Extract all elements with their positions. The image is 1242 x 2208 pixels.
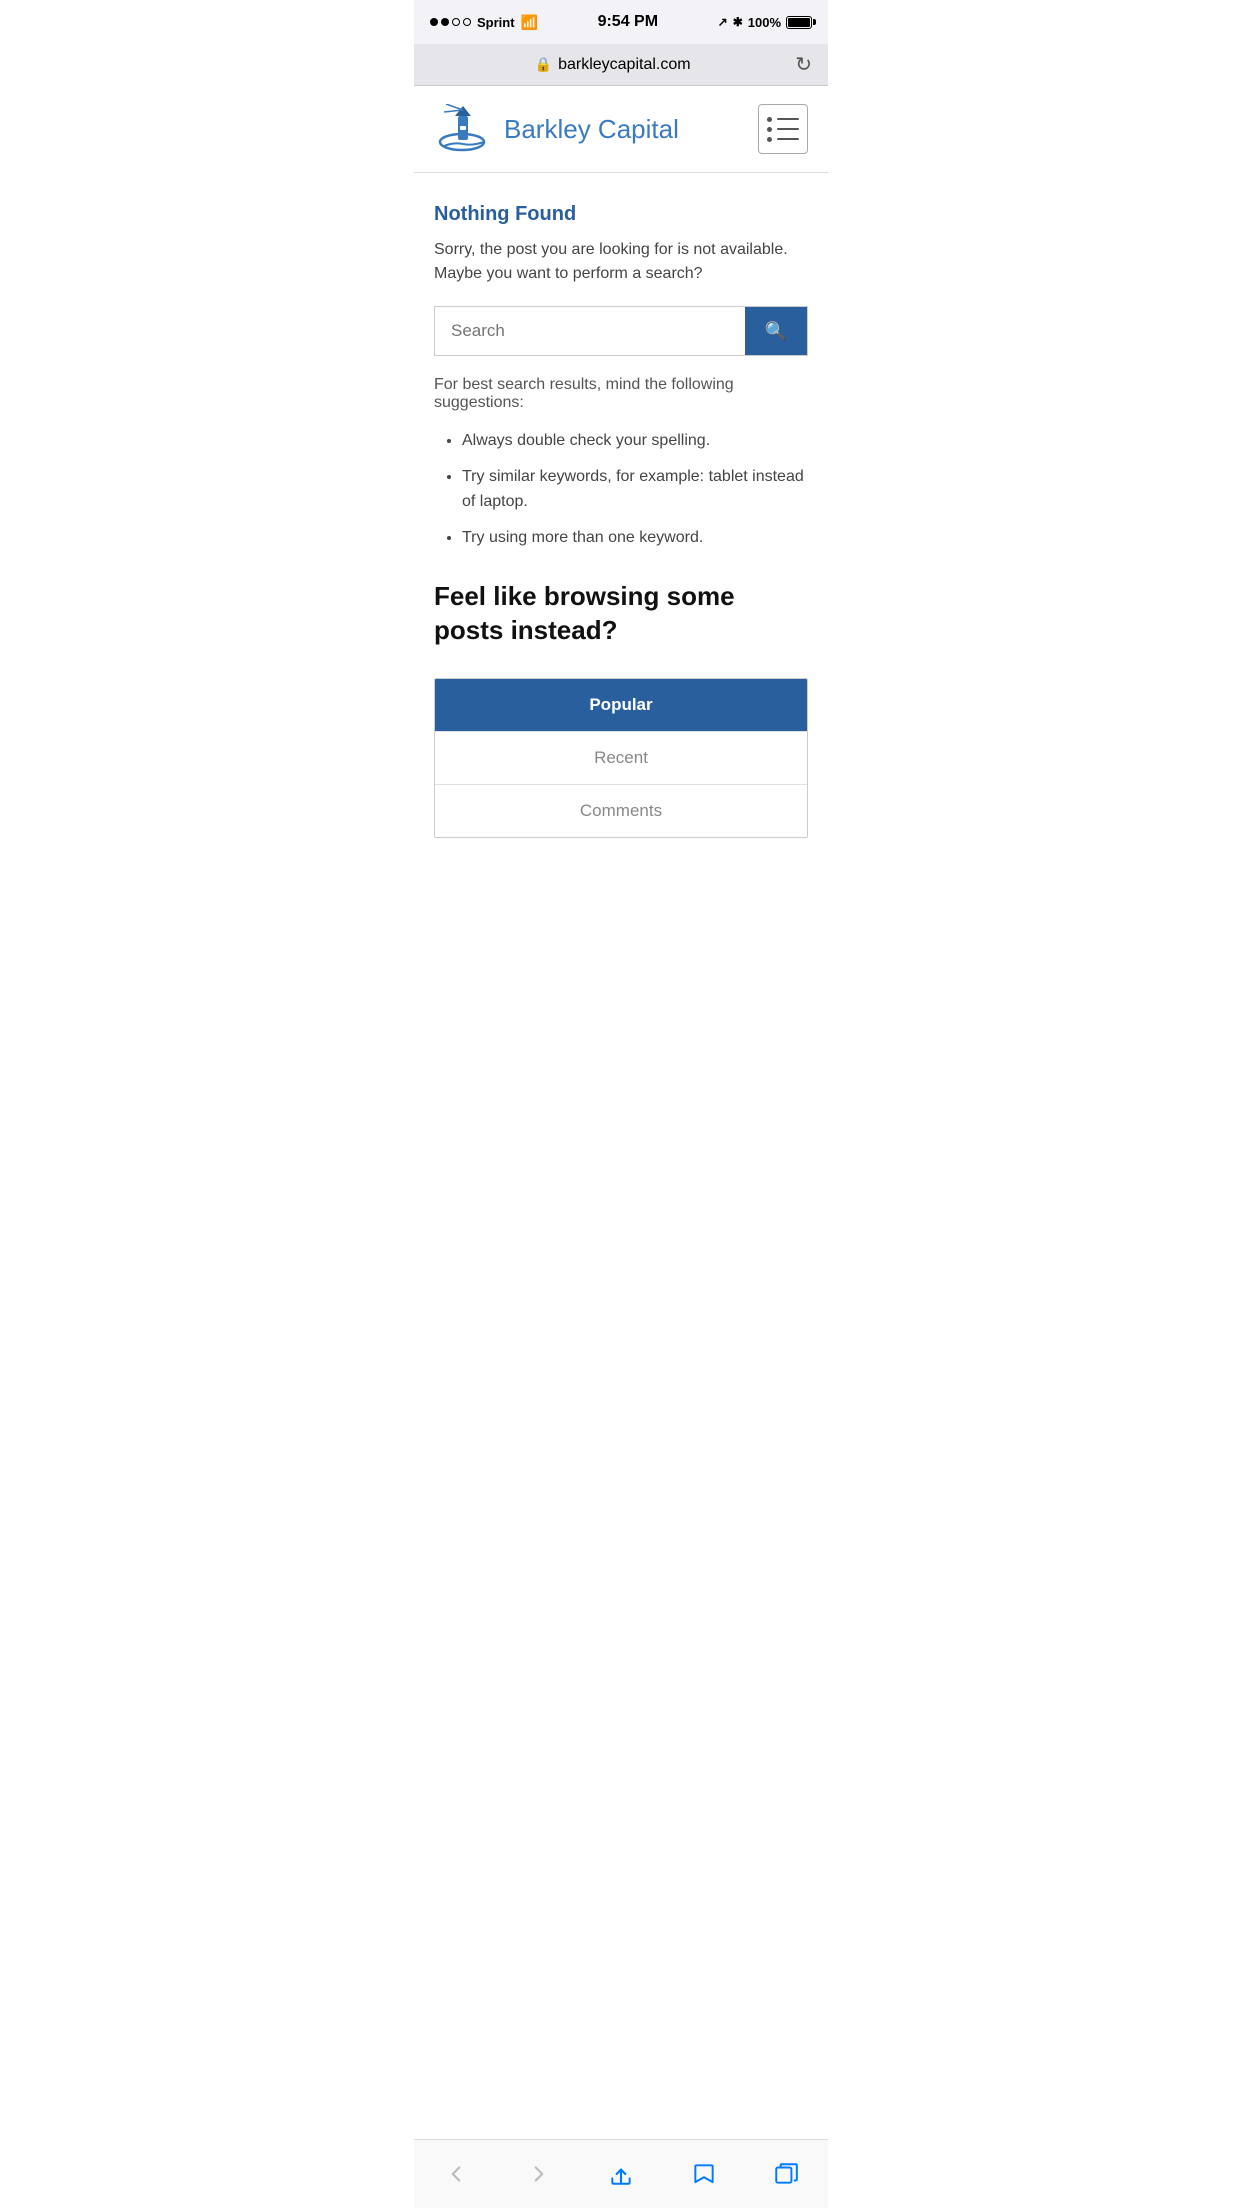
forward-button[interactable] [517,2152,561,2196]
logo-container[interactable]: Barkley Capital [434,104,679,154]
reload-icon[interactable]: ↻ [795,52,812,77]
url-bar[interactable]: 🔒 barkleycapital.com ↻ [414,44,828,86]
tabs-button[interactable] [764,2152,808,2196]
tab-popular[interactable]: Popular [435,679,807,731]
lock-icon: 🔒 [535,56,552,73]
suggestion-item: Try similar keywords, for example: table… [462,464,808,515]
tab-recent[interactable]: Recent [435,731,807,784]
wifi-icon: 📶 [521,14,538,31]
menu-button[interactable] [758,104,808,154]
main-content: Nothing Found Sorry, the post you are lo… [414,173,828,888]
signal-dot-2 [441,18,449,26]
status-time: 9:54 PM [598,13,658,31]
url-content[interactable]: 🔒 barkleycapital.com [430,56,795,74]
logo-text: Barkley Capital [504,114,679,145]
nothing-found-title: Nothing Found [434,203,808,226]
battery-fill [788,18,810,27]
search-container[interactable]: 🔍 [434,306,808,356]
suggestions-list: Always double check your spelling. Try s… [434,428,808,550]
status-left: Sprint 📶 [430,14,538,31]
logo-image [434,104,494,154]
signal-dots [430,18,471,26]
signal-dot-1 [430,18,438,26]
location-icon: ↗ [718,15,728,29]
bluetooth-icon: ✱ [733,15,743,29]
back-button[interactable] [434,2152,478,2196]
browse-title: Feel like browsing some posts instead? [434,580,808,648]
site-header: Barkley Capital [414,86,828,173]
tabs-widget: Popular Recent Comments [434,678,808,838]
suggestion-item: Always double check your spelling. [462,428,808,454]
browser-bottom-bar [414,2139,828,2208]
tab-comments[interactable]: Comments [435,784,807,837]
url-text: barkleycapital.com [558,56,691,74]
search-button[interactable]: 🔍 [745,307,807,355]
nothing-found-text: Sorry, the post you are looking for is n… [434,238,808,286]
status-right: ↗ ✱ 100% [718,15,812,30]
status-bar: Sprint 📶 9:54 PM ↗ ✱ 100% [414,0,828,44]
hamburger-icon [767,117,799,142]
suggestion-item: Try using more than one keyword. [462,525,808,551]
signal-dot-3 [452,18,460,26]
battery-percent: 100% [748,15,781,30]
share-button[interactable] [599,2152,643,2196]
signal-dot-4 [463,18,471,26]
suggestions-intro: For best search results, mind the follow… [434,376,808,412]
carrier-name: Sprint [477,15,515,30]
search-input[interactable] [435,307,745,355]
search-icon: 🔍 [765,321,787,342]
bookmarks-button[interactable] [682,2152,726,2196]
battery-indicator [786,16,812,29]
